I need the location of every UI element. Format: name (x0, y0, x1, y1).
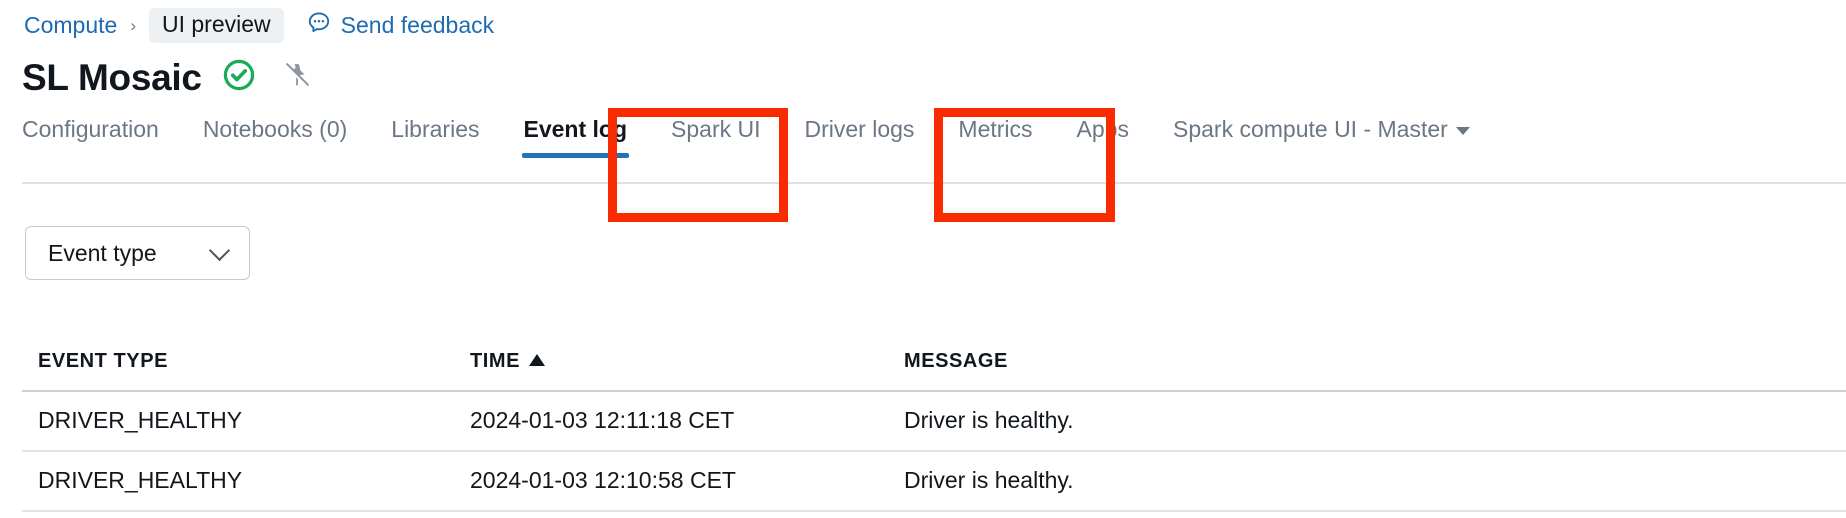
chevron-down-icon (1455, 126, 1470, 135)
page-title: SL Mosaic (22, 56, 202, 98)
event-log-table: EVENT TYPE TIME MESSAGE DRIVER_HEALTHY 2… (22, 332, 1846, 512)
cell-time: 2024-01-03 12:10:58 CET (470, 467, 736, 493)
chevron-down-icon (208, 239, 231, 261)
breadcrumb-separator: › (130, 15, 136, 35)
column-header-time[interactable]: TIME (470, 351, 904, 372)
column-header-event-type[interactable]: EVENT TYPE (22, 351, 470, 372)
tab-libraries[interactable]: Libraries (391, 112, 479, 158)
breadcrumb: Compute › UI preview Send feedback (24, 7, 494, 43)
breadcrumb-current-ui-preview: UI preview (149, 7, 284, 43)
sort-ascending-icon (528, 353, 545, 366)
table-header-row: EVENT TYPE TIME MESSAGE (22, 332, 1846, 392)
column-header-message[interactable]: MESSAGE (904, 351, 1846, 372)
tab-spark-compute-ui-master[interactable]: Spark compute UI - Master (1173, 112, 1470, 158)
check-circle-icon (222, 58, 256, 97)
table-row[interactable]: DRIVER_HEALTHY 2024-01-03 12:11:18 CET D… (22, 392, 1846, 452)
tab-notebooks[interactable]: Notebooks (0) (203, 112, 347, 158)
tab-configuration[interactable]: Configuration (22, 112, 159, 158)
cell-message: Driver is healthy. (904, 467, 1074, 493)
cell-time: 2024-01-03 12:11:18 CET (470, 407, 735, 433)
event-type-filter-dropdown[interactable]: Event type (25, 226, 250, 280)
tabbar: Configuration Notebooks (0) Libraries Ev… (22, 112, 1846, 158)
page-header: SL Mosaic (22, 54, 312, 100)
event-type-filter-label: Event type (48, 239, 157, 266)
table-row[interactable]: DRIVER_HEALTHY 2024-01-03 12:10:58 CET D… (22, 452, 1846, 512)
tab-apps[interactable]: Apps (1077, 112, 1129, 158)
cell-event-type: DRIVER_HEALTHY (38, 467, 243, 493)
tab-spark-compute-ui-master-label: Spark compute UI - Master (1172, 116, 1448, 142)
send-feedback-link[interactable]: Send feedback (306, 10, 494, 41)
send-feedback-label: Send feedback (340, 11, 495, 38)
tab-spark-ui[interactable]: Spark UI (671, 112, 760, 158)
cell-event-type: DRIVER_HEALTHY (38, 407, 243, 433)
tab-event-log[interactable]: Event log (521, 112, 629, 158)
tabbar-divider (22, 182, 1846, 184)
tab-driver-logs[interactable]: Driver logs (805, 112, 915, 158)
pin-off-icon[interactable] (282, 60, 312, 95)
cell-message: Driver is healthy. (904, 407, 1074, 433)
breadcrumb-link-compute[interactable]: Compute (24, 13, 117, 37)
speech-bubble-icon (306, 10, 332, 41)
tab-metrics[interactable]: Metrics (958, 112, 1032, 158)
